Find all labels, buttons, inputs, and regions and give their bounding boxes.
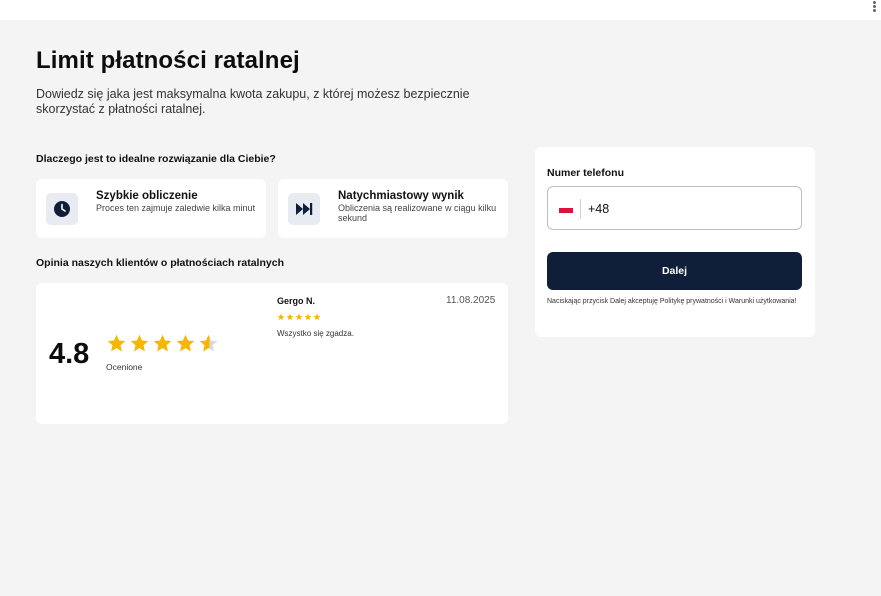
poland-flag-icon[interactable] xyxy=(559,203,573,213)
star-icon xyxy=(313,313,321,320)
phone-form-card: Numer telefonu Dalej Naciskając przycisk… xyxy=(535,147,815,337)
star-icon xyxy=(153,334,172,352)
feature-title: Szybkie obliczenie xyxy=(96,190,198,202)
phone-field[interactable] xyxy=(547,186,802,230)
feature-title: Natychmiastowy wynik xyxy=(338,190,464,202)
rating-score: 4.8 xyxy=(49,338,90,370)
star-icon xyxy=(277,313,285,320)
next-button[interactable]: Dalej xyxy=(547,252,802,290)
star-icon xyxy=(304,313,312,320)
field-divider xyxy=(580,199,581,219)
feature-card-fast-calculation: Szybkie obliczenie Proces ten zajmuje za… xyxy=(36,179,266,238)
more-options-icon[interactable] xyxy=(870,0,878,14)
page-subtitle: Dowiedz się jaka jest maksymalna kwota z… xyxy=(36,87,470,116)
review-stars xyxy=(277,313,321,321)
page-title: Limit płatności ratalnej xyxy=(36,47,300,74)
star-icon xyxy=(107,334,126,352)
reviews-section-title: Opinia naszych klientów o płatnościach r… xyxy=(36,257,284,269)
top-bar xyxy=(0,0,881,20)
phone-input[interactable] xyxy=(588,199,788,219)
review-date: 11.08.2025 xyxy=(446,295,496,306)
star-icon xyxy=(286,313,294,320)
feature-description: Obliczenia są realizowane w ciągu kilku … xyxy=(338,203,497,223)
rating-stars xyxy=(106,333,219,354)
consent-text: Naciskając przycisk Dalej akceptuję Poli… xyxy=(547,298,797,305)
star-icon xyxy=(176,334,195,352)
star-icon xyxy=(130,334,149,352)
feature-card-instant-result: Natychmiastowy wynik Obliczenia są reali… xyxy=(278,179,508,238)
clock-icon xyxy=(46,193,78,225)
why-section-title: Dlaczego jest to idealne rozwiązanie dla… xyxy=(36,153,276,165)
fast-forward-icon xyxy=(288,193,320,225)
review-text: Wszystko się zgadza. xyxy=(277,329,354,338)
star-icon xyxy=(199,334,218,352)
phone-label: Numer telefonu xyxy=(547,167,625,179)
reviewer-name: Gergo N. xyxy=(277,296,316,306)
rated-label: Ocenione xyxy=(106,362,143,372)
feature-description: Proces ten zajmuje zaledwie kilka minut xyxy=(96,203,256,213)
review-card: 4.8 Ocenione Gergo N. 11.08.2025 Wszystk… xyxy=(36,283,508,424)
star-icon xyxy=(295,313,303,320)
